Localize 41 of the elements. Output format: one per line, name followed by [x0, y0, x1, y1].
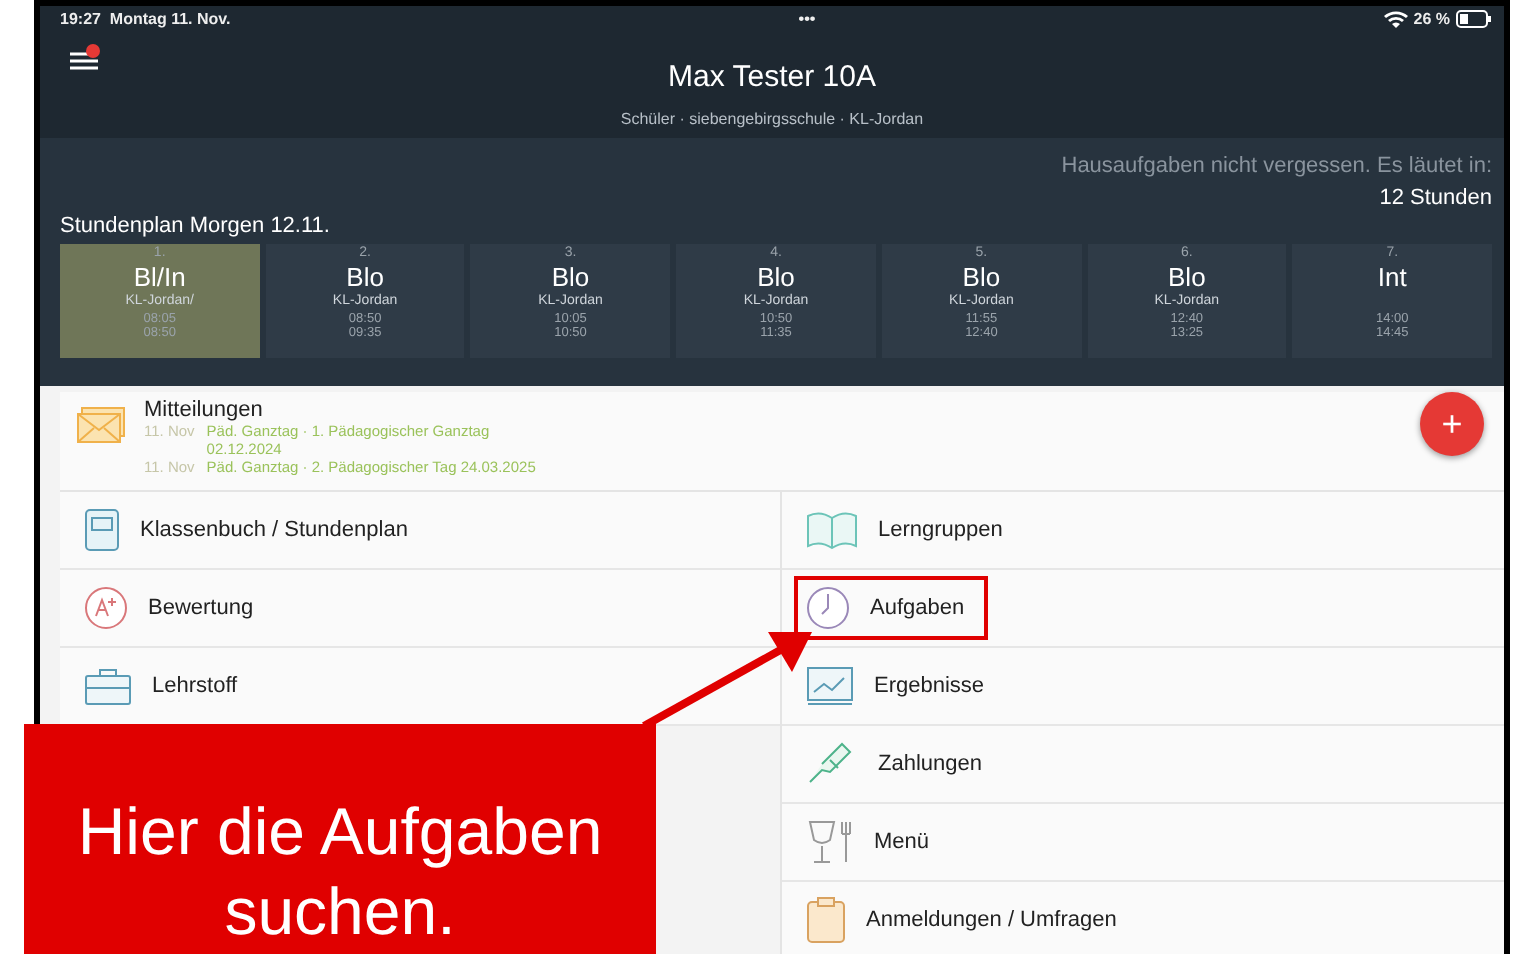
notebook-icon: [84, 508, 120, 552]
lesson-subject: Blo: [757, 262, 795, 292]
menu-item-label: Zahlungen: [878, 752, 982, 776]
countdown-text: 12 Stunden: [1379, 186, 1492, 210]
glass-fork-icon: [806, 818, 854, 866]
menu-item-label: Aufgaben: [870, 596, 965, 620]
callout-text: Hier die Aufgaben suchen.: [24, 724, 656, 954]
menu-icon: [70, 50, 98, 72]
reminder-text: Hausaufgaben nicht vergessen. Es läutet in:: [1061, 154, 1492, 178]
menu-item[interactable]: Lehrstoff: [72, 656, 250, 716]
multitask-dots: •••: [798, 10, 816, 28]
messages-title: Mitteilungen: [144, 398, 265, 422]
status-time: 19:27 Montag 11. Nov.: [60, 10, 231, 28]
lesson-subject: Blo: [1168, 262, 1206, 292]
menu-item-label: Bewertung: [148, 596, 254, 620]
clipboard-icon: [806, 896, 846, 944]
lesson-subject: Bl/In: [133, 262, 186, 292]
profile-subtitle: Schüler · siebengebirgsschule · KL-Jordan: [620, 110, 924, 128]
menu-item-label: Lerngruppen: [878, 518, 1003, 542]
clock-icon: [806, 586, 850, 630]
menu-item-label: Menü: [874, 830, 930, 854]
lesson-subject: Blo: [346, 262, 384, 292]
menu-item-label: Ergebnisse: [874, 674, 985, 698]
profile-name: Max Tester 10A: [668, 60, 876, 94]
book-icon: [806, 510, 858, 550]
battery-percent: 26 %: [1413, 10, 1450, 28]
battery-icon: [1455, 10, 1492, 28]
envelope-icon: [76, 406, 128, 446]
menu-item[interactable]: Aufgaben: [794, 576, 989, 640]
menu-item-label: Lehrstoff: [152, 674, 238, 698]
briefcase-icon: [84, 666, 132, 706]
menu-item[interactable]: Menü: [794, 808, 942, 876]
lesson-subject: Blo: [962, 262, 1001, 292]
chart-icon: [806, 666, 854, 706]
menu-item-label: Klassenbuch / Stundenplan: [140, 518, 408, 542]
lesson-subject: Blo: [551, 262, 590, 292]
menu-item-label: Anmeldungen / Umfragen: [866, 908, 1117, 932]
timetable-title: Stundenplan Morgen 12.11.: [60, 214, 332, 238]
wifi-icon: [1383, 10, 1408, 28]
grade-icon: [84, 586, 128, 630]
lesson-subject: Int: [1377, 262, 1407, 292]
